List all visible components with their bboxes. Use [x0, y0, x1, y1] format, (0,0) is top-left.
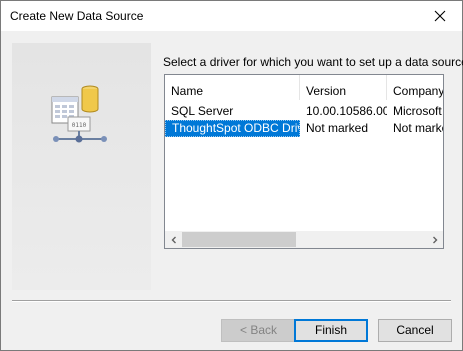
driver-company: Not marked — [393, 121, 443, 135]
window-title: Create New Data Source — [10, 9, 144, 23]
driver-version: Not marked — [306, 121, 369, 135]
driver-list[interactable]: Name Version Company SQL Server 10.00.10… — [164, 74, 444, 249]
scroll-right-icon — [432, 236, 437, 243]
scroll-left-button[interactable] — [165, 231, 182, 248]
list-row-selected[interactable]: ThoughtSpot ODBC Driver Not marked Not m… — [165, 120, 443, 137]
data-source-database-icon: 0110 — [51, 85, 107, 143]
finish-button[interactable]: Finish — [294, 319, 368, 342]
driver-version: 10.00.10586.00 — [306, 104, 387, 118]
title-bar: Create New Data Source — [1, 1, 462, 31]
driver-name: ThoughtSpot ODBC Driver — [165, 120, 300, 137]
scroll-left-icon — [171, 236, 176, 243]
driver-company: Microsoft C — [393, 104, 443, 118]
column-header-company[interactable]: Company — [387, 75, 443, 100]
create-new-data-source-dialog: Create New Data Source 0110 Select a dri… — [0, 0, 463, 351]
column-header-name[interactable]: Name — [165, 75, 300, 100]
close-icon — [434, 10, 446, 22]
scrollbar-thumb[interactable] — [182, 232, 296, 247]
wizard-art-panel: 0110 — [12, 43, 151, 290]
cancel-button[interactable]: Cancel — [378, 319, 452, 342]
svg-text:0110: 0110 — [72, 122, 87, 129]
horizontal-scrollbar[interactable] — [165, 231, 443, 248]
column-header-version[interactable]: Version — [300, 75, 387, 100]
driver-prompt: Select a driver for which you want to se… — [163, 55, 463, 69]
back-button[interactable]: < Back — [221, 319, 296, 342]
driver-name: SQL Server — [171, 104, 234, 118]
button-divider — [12, 300, 451, 302]
list-row[interactable]: SQL Server 10.00.10586.00 Microsoft C — [165, 103, 443, 120]
scroll-right-button[interactable] — [426, 231, 443, 248]
close-button[interactable] — [418, 1, 462, 31]
list-header: Name Version Company — [165, 75, 443, 100]
